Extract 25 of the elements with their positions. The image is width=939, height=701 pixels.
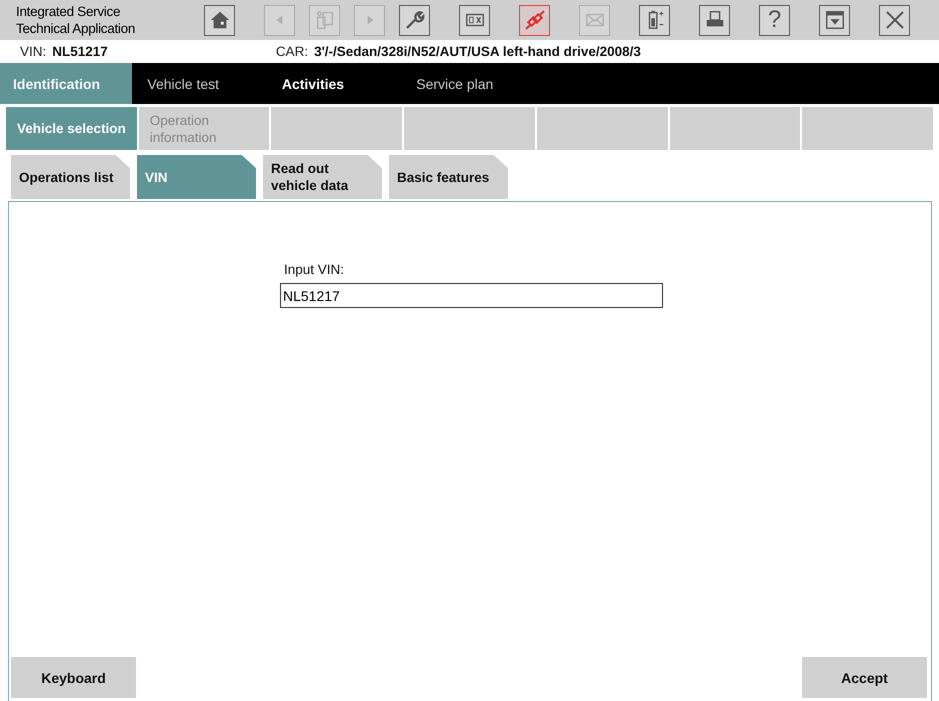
page-tab[interactable]: Operations list <box>11 155 130 199</box>
vin-input-label: Input VIN: <box>283 262 346 277</box>
panel-button[interactable] <box>819 4 850 36</box>
car-label: CAR: <box>276 44 308 59</box>
printer-button[interactable] <box>699 4 730 36</box>
wrench-button[interactable] <box>399 4 430 36</box>
toggle-button[interactable] <box>459 4 490 36</box>
vin-value: NL51217 <box>52 44 108 59</box>
accept-button[interactable]: Accept <box>802 657 927 698</box>
plug-icon <box>522 8 546 32</box>
vin-input-field[interactable]: NL51217 <box>280 283 663 308</box>
app-title: Integrated Service Technical Application <box>15 3 136 37</box>
car-value: 3'/-/Sedan/328i/N52/AUT/USA left-hand drive/2008/3 <box>314 44 641 59</box>
dropdown-panel-icon <box>824 9 846 31</box>
battery-button[interactable] <box>639 4 670 36</box>
help-button[interactable]: ? <box>759 4 790 36</box>
close-button[interactable] <box>879 4 910 36</box>
page-tab[interactable]: Basic features <box>389 155 508 199</box>
keyboard-button[interactable]: Keyboard <box>11 657 136 698</box>
connection-button[interactable] <box>519 4 550 36</box>
home-button[interactable] <box>204 4 235 36</box>
wrench-icon <box>404 9 426 31</box>
vin-label: VIN: <box>20 44 46 59</box>
page-tab[interactable]: Read out vehicle data <box>263 155 382 199</box>
home-icon <box>208 9 230 31</box>
